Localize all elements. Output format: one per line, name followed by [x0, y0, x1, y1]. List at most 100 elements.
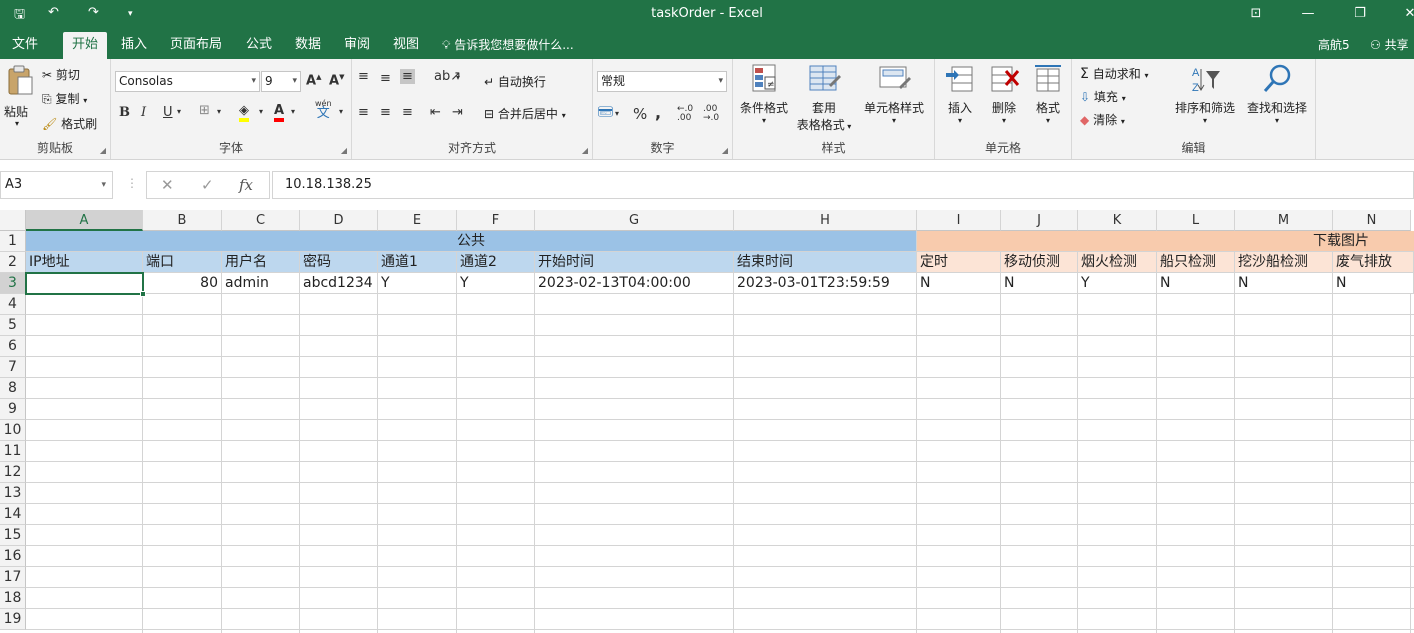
cell-f3[interactable]: Y	[457, 273, 535, 294]
decrease-decimal-icon[interactable]: .00 →.0	[703, 105, 719, 123]
bold-button[interactable]: B	[119, 105, 130, 120]
column-header-f[interactable]: F	[457, 210, 535, 231]
row-header-14[interactable]: 14	[0, 504, 26, 525]
cell-styles-button[interactable]: 单元格样式 ▾	[857, 63, 931, 135]
header-cell-start-time[interactable]: 开始时间	[535, 252, 734, 273]
header-cell-motion[interactable]: 移动侦测	[1001, 252, 1078, 273]
column-header-c[interactable]: C	[222, 210, 300, 231]
tab-file[interactable]: 文件	[3, 32, 47, 59]
user-name[interactable]: 高航5	[1318, 32, 1350, 59]
ribbon-display-options-icon[interactable]: ⊡	[1236, 3, 1276, 25]
column-header-k[interactable]: K	[1078, 210, 1157, 231]
column-header-b[interactable]: B	[143, 210, 222, 231]
orientation-dropdown-icon[interactable]: ▾	[456, 73, 460, 82]
tab-insert[interactable]: 插入	[112, 32, 156, 59]
cell-l3[interactable]: N	[1157, 273, 1235, 294]
cell-b3[interactable]: 80	[143, 273, 222, 294]
row-header-3[interactable]: 3	[0, 273, 26, 294]
font-name-combo[interactable]: Consolas ▾	[115, 71, 260, 92]
insert-function-button[interactable]: fx	[239, 176, 253, 194]
cell-g3[interactable]: 2023-02-13T04:00:00	[535, 273, 734, 294]
format-cells-button[interactable]: 格式 ▾	[1027, 63, 1069, 135]
cell-k3[interactable]: Y	[1078, 273, 1157, 294]
wrap-text-button[interactable]: ↵ 自动换行	[484, 73, 546, 90]
row-header-18[interactable]: 18	[0, 588, 26, 609]
empty-cells-area[interactable]	[26, 294, 1414, 633]
format-painter-button[interactable]: 🖌︎ 格式刷	[42, 115, 97, 132]
align-right-icon[interactable]: ≡	[402, 105, 413, 120]
tab-view[interactable]: 视图	[384, 32, 428, 59]
align-middle-icon[interactable]: ≡	[380, 71, 391, 86]
conditional-formatting-button[interactable]: ≠ 条件格式 ▾	[735, 63, 793, 135]
cut-button[interactable]: ✂ 剪切	[42, 66, 80, 83]
fill-color-dropdown-icon[interactable]: ▾	[259, 107, 263, 116]
column-header-a[interactable]: A	[26, 210, 143, 231]
row-header-9[interactable]: 9	[0, 399, 26, 420]
clear-button[interactable]: ◆ 清除 ▾	[1080, 111, 1125, 128]
group-header-public[interactable]: 公共	[26, 231, 917, 252]
column-header-m[interactable]: M	[1235, 210, 1333, 231]
row-header-13[interactable]: 13	[0, 483, 26, 504]
header-cell-password[interactable]: 密码	[300, 252, 378, 273]
cell-e3[interactable]: Y	[378, 273, 457, 294]
insert-cells-button[interactable]: 插入 ▾	[939, 63, 981, 135]
header-cell-port[interactable]: 端口	[143, 252, 222, 273]
grow-font-icon[interactable]: A▲	[306, 73, 321, 88]
select-all-corner[interactable]	[0, 210, 26, 231]
maximize-icon[interactable]: ❐	[1340, 3, 1380, 25]
underline-dropdown-icon[interactable]: ▾	[177, 107, 181, 116]
tab-formulas[interactable]: 公式	[237, 32, 281, 59]
cell-n3[interactable]: N	[1333, 273, 1414, 294]
decrease-indent-icon[interactable]: ⇤	[430, 105, 441, 120]
comma-style-button[interactable]: ,	[655, 103, 661, 122]
formula-input[interactable]: 10.18.138.25	[272, 171, 1414, 199]
row-header-17[interactable]: 17	[0, 567, 26, 588]
column-header-l[interactable]: L	[1157, 210, 1235, 231]
row-header-7[interactable]: 7	[0, 357, 26, 378]
formula-bar-grip-icon[interactable]: ⋮	[126, 176, 138, 190]
increase-indent-icon[interactable]: ⇥	[452, 105, 463, 120]
worksheet-grid[interactable]: A B C D E F G H I J K L M N 1 2 3 4 5 6 …	[0, 210, 1414, 633]
share-button[interactable]: ⚇ 共享	[1370, 32, 1409, 59]
column-header-d[interactable]: D	[300, 210, 378, 231]
column-header-j[interactable]: J	[1001, 210, 1078, 231]
border-icon[interactable]: ⊞	[199, 103, 210, 118]
alignment-launcher-icon[interactable]: ◢	[582, 146, 588, 155]
clipboard-launcher-icon[interactable]: ◢	[100, 146, 106, 155]
name-box[interactable]: A3 ▾	[0, 171, 113, 199]
cell-c3[interactable]: admin	[222, 273, 300, 294]
row-header-10[interactable]: 10	[0, 420, 26, 441]
row-header-12[interactable]: 12	[0, 462, 26, 483]
cell-h3[interactable]: 2023-03-01T23:59:59	[734, 273, 917, 294]
header-cell-end-time[interactable]: 结束时间	[734, 252, 917, 273]
phonetic-guide-icon[interactable]: wén 文	[315, 99, 332, 120]
row-header-1[interactable]: 1	[0, 231, 26, 252]
font-launcher-icon[interactable]: ◢	[341, 146, 347, 155]
font-size-combo[interactable]: 9 ▾	[261, 71, 301, 92]
italic-button[interactable]: I	[141, 105, 146, 120]
align-top-icon[interactable]: ≡	[358, 69, 369, 84]
column-header-n[interactable]: N	[1333, 210, 1411, 231]
accounting-format-icon[interactable]: 💳︎	[597, 105, 614, 120]
fill-handle[interactable]	[140, 291, 146, 297]
cell-j3[interactable]: N	[1001, 273, 1078, 294]
minimize-icon[interactable]: —	[1288, 3, 1328, 25]
confirm-entry-icon[interactable]: ✓	[201, 176, 214, 194]
accounting-dropdown-icon[interactable]: ▾	[615, 109, 619, 118]
tab-page-layout[interactable]: 页面布局	[161, 32, 231, 59]
row-header-19[interactable]: 19	[0, 609, 26, 630]
shrink-font-icon[interactable]: A▼	[329, 73, 344, 88]
merge-center-button[interactable]: ⊟ 合并后居中 ▾	[484, 105, 566, 122]
header-cell-ip[interactable]: IP地址	[26, 252, 143, 273]
row-header-16[interactable]: 16	[0, 546, 26, 567]
copy-button[interactable]: ⎘ 复制 ▾	[42, 90, 87, 107]
column-header-h[interactable]: H	[734, 210, 917, 231]
close-icon[interactable]: ✕	[1390, 3, 1414, 25]
column-header-e[interactable]: E	[378, 210, 457, 231]
tell-me-box[interactable]: 💡︎ 告诉我您想要做什么...	[442, 32, 574, 59]
phonetic-dropdown-icon[interactable]: ▾	[339, 107, 343, 116]
fill-button[interactable]: ⇩ 填充 ▾	[1080, 88, 1126, 105]
row-header-11[interactable]: 11	[0, 441, 26, 462]
number-launcher-icon[interactable]: ◢	[722, 146, 728, 155]
cell-d3[interactable]: abcd1234	[300, 273, 378, 294]
